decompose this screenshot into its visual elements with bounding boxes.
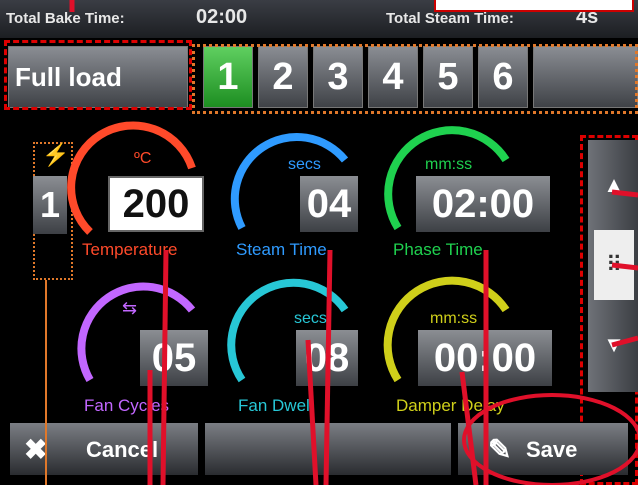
annotation-arrows	[45, 0, 638, 485]
arrow-down	[611, 335, 638, 348]
arrow-keypad	[611, 262, 638, 271]
arrow-steam	[323, 249, 333, 485]
arrow-temp	[160, 249, 169, 485]
arrow-dwell	[305, 339, 319, 485]
arrow-up	[611, 189, 638, 198]
arrow-damper	[459, 371, 479, 485]
save-highlight-circle	[462, 393, 638, 485]
